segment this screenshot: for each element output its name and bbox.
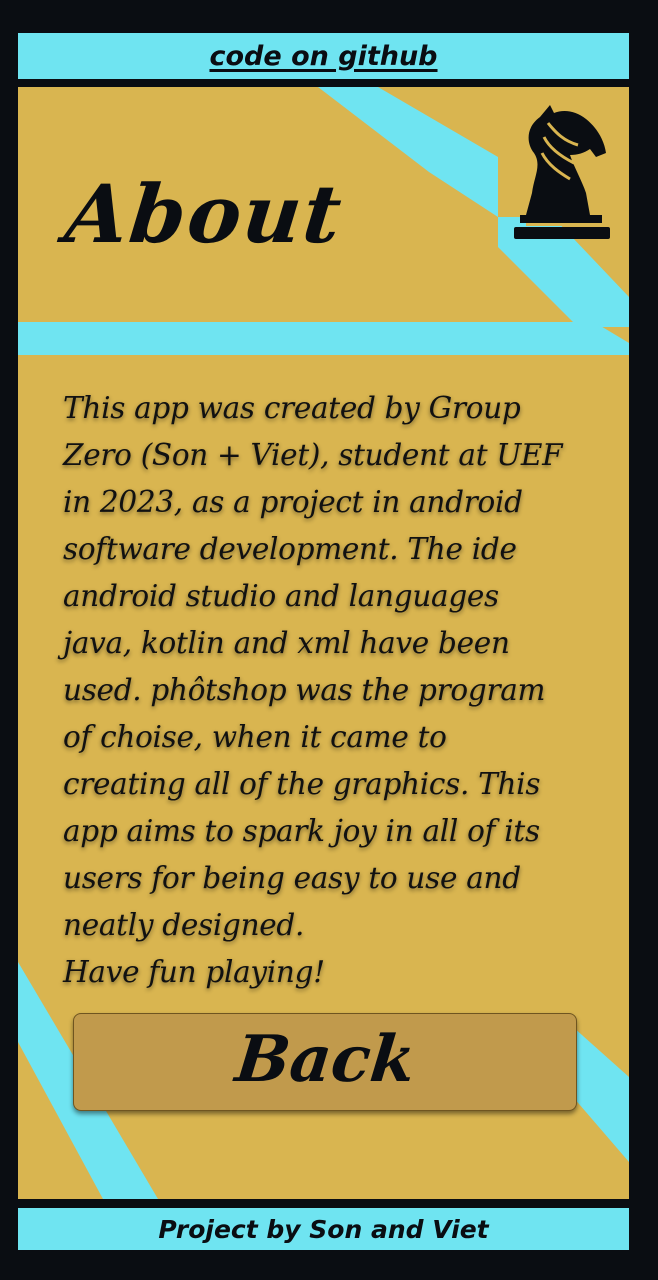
- description-line: of choise, when it came to: [63, 720, 447, 754]
- description-line: This app was created by Group: [63, 391, 521, 425]
- description-line: java, kotlin and xml have been: [63, 626, 510, 660]
- description-line: software development. The ide: [63, 532, 517, 566]
- description-line: Zero (Son + Viet), student at UEF: [63, 438, 563, 472]
- back-button-label: Back: [231, 1021, 419, 1097]
- description-line: creating all of the graphics. This: [63, 767, 541, 801]
- description-line: android studio and languages: [63, 579, 499, 613]
- description-line: Have fun playing!: [63, 955, 325, 989]
- chess-knight-icon: [514, 105, 610, 239]
- credits-text: Project by Son and Viet: [158, 1214, 489, 1244]
- bottom-bar: Project by Son and Viet: [18, 1208, 629, 1250]
- about-panel: About This app was created by Group Zero…: [18, 87, 629, 1199]
- about-description: This app was created by Group Zero (Son …: [63, 385, 613, 996]
- about-title: About: [61, 167, 348, 261]
- description-line: neatly designed.: [63, 908, 305, 942]
- description-line: used. phôtshop was the program: [63, 673, 546, 707]
- github-link[interactable]: code on github: [18, 33, 629, 79]
- back-button[interactable]: Back: [73, 1013, 577, 1111]
- description-line: app aims to spark joy in all of its: [63, 814, 540, 848]
- app-frame: code on github About This app was create…: [18, 33, 629, 1251]
- description-line: users for being easy to use and: [63, 861, 521, 895]
- description-line: in 2023, as a project in android: [63, 485, 523, 519]
- top-bar: code on github: [18, 33, 629, 79]
